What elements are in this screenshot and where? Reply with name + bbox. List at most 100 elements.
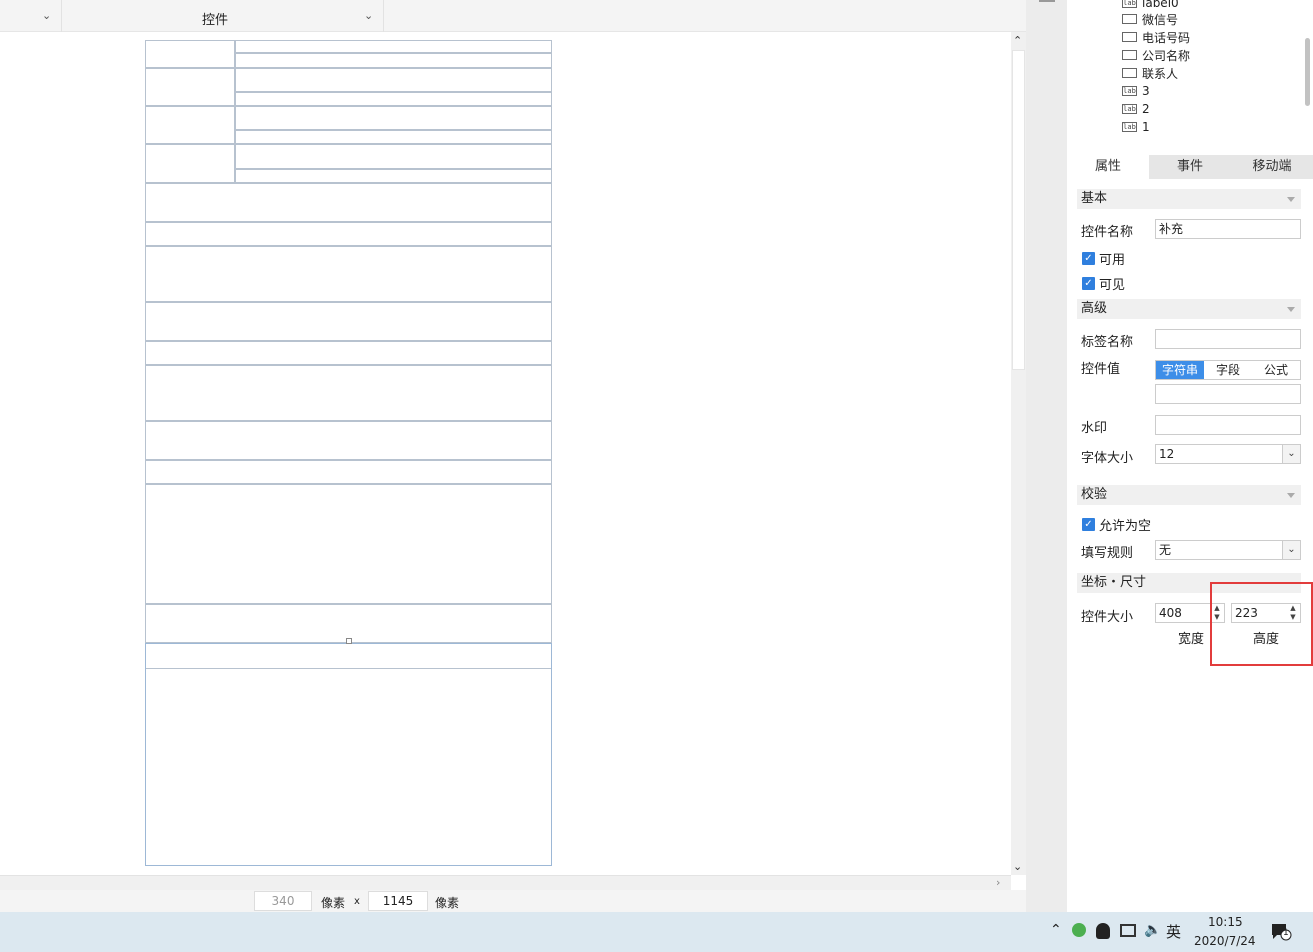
section-title: 基本 xyxy=(1081,191,1108,206)
label-icon: lab xyxy=(1122,0,1137,8)
chevron-down-icon[interactable]: ⌄ xyxy=(1282,541,1300,559)
times-label: x xyxy=(354,896,360,907)
form-cell[interactable] xyxy=(235,169,552,183)
section-advanced[interactable]: 高级 xyxy=(1077,299,1301,319)
form-row[interactable] xyxy=(145,460,552,484)
form-cell[interactable] xyxy=(235,130,552,144)
tab-mobile[interactable]: 移动端 xyxy=(1231,155,1313,179)
design-canvas[interactable] xyxy=(0,32,1011,875)
form-row[interactable] xyxy=(145,246,552,302)
form-row[interactable] xyxy=(145,183,552,222)
section-title: 高级 xyxy=(1081,301,1108,316)
tag-name-input[interactable] xyxy=(1155,329,1301,349)
form-cell[interactable] xyxy=(235,144,552,169)
control-dropdown[interactable]: 控件 ⌄ xyxy=(62,0,384,32)
left-dropdown[interactable]: ⌄ xyxy=(0,0,62,32)
chevron-up-icon[interactable]: ⌃ xyxy=(1013,34,1022,47)
form-row[interactable] xyxy=(145,365,552,421)
volume-icon[interactable]: 🔈 xyxy=(1144,922,1161,938)
highlight-box xyxy=(1210,582,1313,666)
tree-item-label: 公司名称 xyxy=(1142,48,1191,63)
divider xyxy=(146,668,551,669)
horizontal-scrollbar[interactable]: › xyxy=(0,875,1011,890)
page-height-input[interactable]: 1145 xyxy=(368,891,428,911)
chevron-right-icon[interactable]: › xyxy=(996,876,1000,889)
collapse-icon xyxy=(1287,197,1295,202)
form-row[interactable] xyxy=(145,421,552,460)
form-row[interactable] xyxy=(145,484,552,604)
control-name-input[interactable]: 补充 xyxy=(1155,219,1301,239)
form-cell[interactable] xyxy=(235,40,552,53)
watermark-input[interactable] xyxy=(1155,415,1301,435)
tree-item[interactable]: lab 2 xyxy=(1122,100,1150,118)
tree-scrollbar-thumb[interactable] xyxy=(1305,38,1310,106)
visible-checkbox[interactable]: ✓ 可见 xyxy=(1082,274,1125,293)
control-tree: lab label0 微信号 电话号码 公司名称 联系人 lab 3 lab 2… xyxy=(1067,0,1313,152)
form-cell[interactable] xyxy=(145,144,235,183)
enabled-checkbox[interactable]: ✓ 可用 xyxy=(1082,249,1125,268)
tab-properties[interactable]: 属性 xyxy=(1067,155,1149,179)
network-icon[interactable] xyxy=(1120,924,1136,937)
mode-string-button[interactable]: 字符串 xyxy=(1156,361,1204,379)
qq-icon[interactable] xyxy=(1096,923,1110,939)
section-title: 坐标・尺寸 xyxy=(1081,575,1147,590)
unit-label: 像素 xyxy=(321,896,346,910)
textbox-icon xyxy=(1122,68,1137,78)
clock-time[interactable]: 10:15 xyxy=(1208,915,1243,929)
textbox-icon xyxy=(1122,14,1137,24)
font-size-select[interactable]: 12 ⌄ xyxy=(1155,444,1301,464)
form-cell[interactable] xyxy=(235,53,552,68)
tree-item[interactable]: 公司名称 xyxy=(1122,46,1190,64)
form-cell[interactable] xyxy=(145,68,235,106)
collapse-icon xyxy=(1287,493,1295,498)
scrollbar-thumb[interactable] xyxy=(1012,50,1025,370)
tree-item[interactable]: lab 3 xyxy=(1122,82,1150,100)
tree-item-label: 联系人 xyxy=(1142,66,1179,81)
form-cell[interactable] xyxy=(235,106,552,130)
mode-formula-button[interactable]: 公式 xyxy=(1252,361,1300,379)
section-basic[interactable]: 基本 xyxy=(1077,189,1301,209)
chevron-up-icon[interactable]: ⌃ xyxy=(1050,922,1062,938)
chevron-down-icon[interactable]: ⌄ xyxy=(1282,445,1300,463)
tree-item[interactable]: 电话号码 xyxy=(1122,28,1190,46)
allow-empty-checkbox[interactable]: ✓ 允许为空 xyxy=(1082,515,1151,534)
section-validation[interactable]: 校验 xyxy=(1077,485,1301,505)
mode-field-button[interactable]: 字段 xyxy=(1204,361,1252,379)
resize-handle[interactable] xyxy=(346,638,352,644)
label-icon: lab xyxy=(1122,86,1137,96)
form-row[interactable] xyxy=(145,341,552,365)
form-cell[interactable] xyxy=(145,40,235,68)
font-size-value: 12 xyxy=(1159,447,1175,461)
control-value-input[interactable] xyxy=(1155,384,1301,404)
chevron-down-icon: ⌄ xyxy=(364,9,374,22)
wechat-icon[interactable] xyxy=(1072,923,1086,937)
form-cell[interactable] xyxy=(145,106,235,144)
tab-events[interactable]: 事件 xyxy=(1149,155,1231,179)
control-dropdown-label: 控件 xyxy=(202,13,229,28)
page-width-input[interactable]: 340 xyxy=(254,891,312,911)
form-row[interactable] xyxy=(145,302,552,341)
ime-indicator[interactable]: 英 xyxy=(1166,921,1181,942)
vertical-scrollbar[interactable]: ⌃ ⌄ xyxy=(1011,32,1026,875)
panel-separator xyxy=(1026,0,1067,912)
tree-item[interactable]: 微信号 xyxy=(1122,10,1178,28)
checkbox-label: 可用 xyxy=(1099,253,1126,268)
rule-select[interactable]: 无 ⌄ xyxy=(1155,540,1301,560)
notification-icon[interactable]: 1 xyxy=(1270,922,1292,942)
tree-item[interactable]: 联系人 xyxy=(1122,64,1178,82)
tree-item-label: 3 xyxy=(1142,84,1150,98)
selected-control[interactable] xyxy=(145,643,552,866)
clock-date[interactable]: 2020/7/24 xyxy=(1194,934,1256,948)
taskbar: ⌃ 🔈 英 10:15 2020/7/24 1 xyxy=(0,912,1313,952)
page-size-bar: 340 像素 x 1145 像素 xyxy=(0,890,1026,912)
watermark-label: 水印 xyxy=(1081,421,1108,436)
tree-item[interactable]: lab 1 xyxy=(1122,118,1150,136)
form-cell[interactable] xyxy=(235,92,552,106)
form-cell[interactable] xyxy=(235,68,552,92)
section-title: 校验 xyxy=(1081,487,1108,502)
collapse-icon[interactable] xyxy=(1039,0,1055,2)
top-toolbar: ⌄ 控件 ⌄ xyxy=(0,0,1026,32)
label-icon: lab xyxy=(1122,122,1137,132)
form-row[interactable] xyxy=(145,222,552,246)
chevron-down-icon[interactable]: ⌄ xyxy=(1013,860,1022,873)
